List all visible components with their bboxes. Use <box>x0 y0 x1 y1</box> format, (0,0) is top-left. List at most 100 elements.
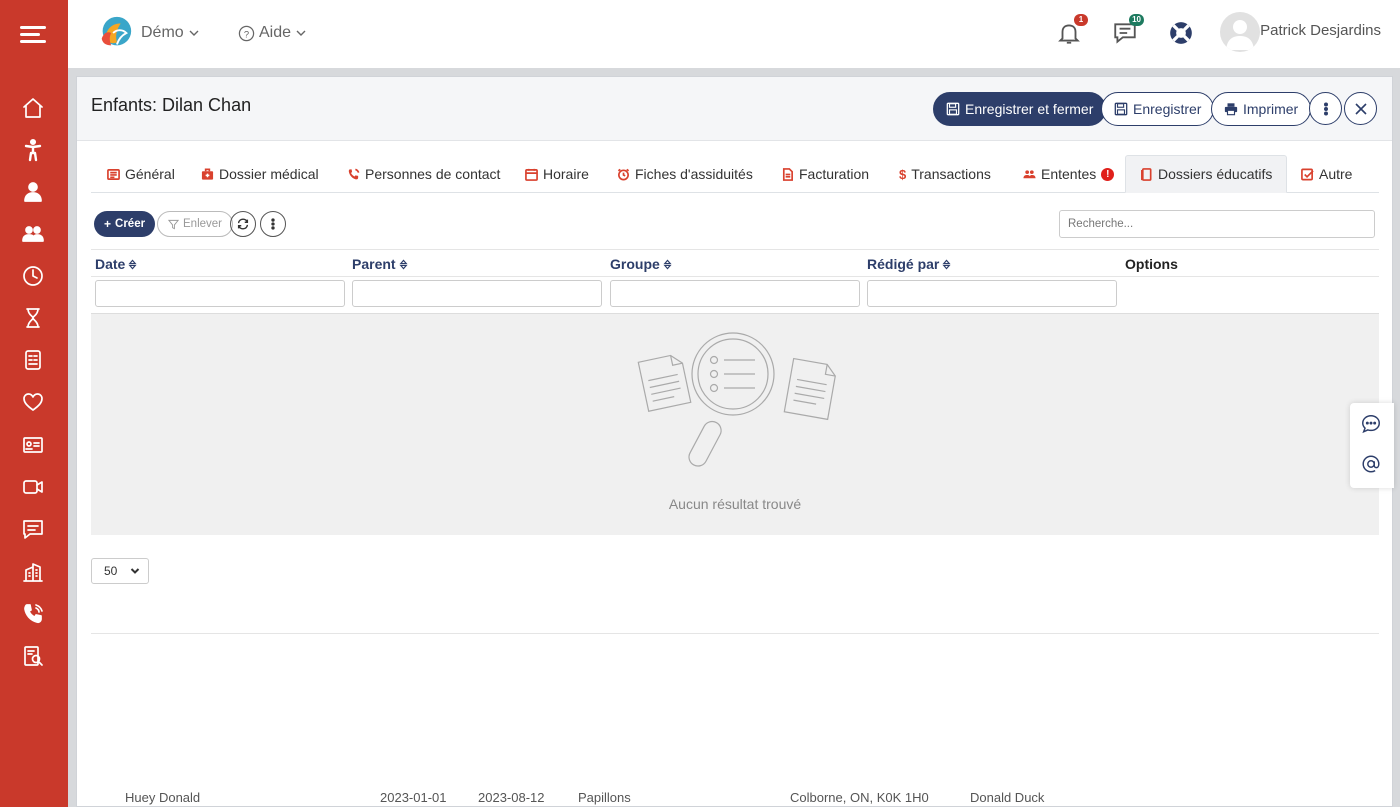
column-label: Parent <box>352 256 396 272</box>
save-and-close-button[interactable]: Enregistrer et fermer <box>933 92 1107 126</box>
create-label: Créer <box>115 218 146 230</box>
background-row-group: Papillons <box>578 790 631 805</box>
mention-button[interactable] <box>1360 453 1384 477</box>
phone-icon[interactable] <box>20 601 46 627</box>
user-avatar-icon <box>1226 20 1254 50</box>
tab-general[interactable]: Général <box>93 155 189 193</box>
calendar-icon <box>525 168 538 181</box>
report-icon[interactable] <box>20 347 46 373</box>
check-icon <box>1301 168 1314 180</box>
at-sign-icon <box>1362 455 1380 473</box>
sort-icon <box>663 258 672 270</box>
tab-label: Facturation <box>799 166 870 182</box>
no-results-illustration-icon <box>637 332 836 467</box>
person-icon[interactable] <box>20 179 46 205</box>
column-label: Options <box>1125 256 1178 272</box>
video-icon[interactable] <box>20 474 46 500</box>
column-label: Date <box>95 256 126 272</box>
save-and-close-label: Enregistrer et fermer <box>965 101 1094 117</box>
chat-bubble-icon <box>1362 415 1380 434</box>
notifications-button[interactable]: 1 <box>1056 14 1088 48</box>
tab-medical-file[interactable]: Dossier médical <box>187 155 333 193</box>
table-header: Date Parent Groupe Rédigé par Options <box>91 249 1379 277</box>
close-icon <box>1354 102 1367 115</box>
toolbar-more-button[interactable] <box>260 211 286 237</box>
chevron-down-icon <box>189 30 199 36</box>
chat-bubble-button[interactable] <box>1360 413 1384 437</box>
tab-attendance[interactable]: Fiches d'assiduités <box>603 155 767 193</box>
column-options: Options <box>1125 256 1178 272</box>
help-menu-label: Aide <box>259 24 292 41</box>
child-record-panel: Enfants: Dilan Chan Enregistrer et ferme… <box>76 76 1393 807</box>
tab-billing[interactable]: Facturation <box>767 155 883 193</box>
column-label: Rédigé par <box>867 256 940 272</box>
chat-icon[interactable] <box>20 516 46 542</box>
background-row-name: Huey Donald <box>125 790 201 805</box>
plus-icon: + <box>104 217 112 231</box>
search-input[interactable] <box>1059 210 1375 238</box>
menu-toggle-icon[interactable] <box>20 22 48 46</box>
column-group[interactable]: Groupe <box>610 256 672 272</box>
building-icon[interactable] <box>20 559 46 585</box>
filter-date-input[interactable] <box>95 280 345 307</box>
filter-group-input[interactable] <box>610 280 860 307</box>
top-bar: Démo ? Aide 1 10 Patrick Desjardins <box>68 0 1400 68</box>
sort-icon <box>128 258 137 270</box>
save-icon <box>1114 102 1128 116</box>
filter-parent-input[interactable] <box>352 280 602 307</box>
tab-educational-files[interactable]: Dossiers éducatifs <box>1125 155 1288 193</box>
help-menu[interactable]: ? Aide <box>238 24 307 42</box>
empty-state: Aucun résultat trouvé <box>91 313 1379 535</box>
column-parent[interactable]: Parent <box>352 256 408 272</box>
column-written-by[interactable]: Rédigé par <box>867 256 951 272</box>
page-size-value: 50 <box>104 564 118 578</box>
divider <box>91 633 1379 634</box>
print-label: Imprimer <box>1243 101 1299 117</box>
background-row-parent: Donald Duck <box>970 790 1045 805</box>
avatar[interactable] <box>1220 12 1260 52</box>
alert-icon: ! <box>1101 167 1115 181</box>
save-icon <box>946 102 960 116</box>
filter-written-by-input[interactable] <box>867 280 1117 307</box>
print-icon <box>1224 103 1238 116</box>
print-button[interactable]: Imprimer <box>1211 92 1312 126</box>
messages-button[interactable]: 10 <box>1112 14 1144 48</box>
dollar-icon: $ <box>899 166 907 182</box>
refresh-button[interactable] <box>230 211 256 237</box>
audit-icon[interactable] <box>20 643 46 669</box>
create-button[interactable]: + Créer <box>94 211 156 237</box>
medkit-icon <box>201 168 214 180</box>
brand-menu[interactable] <box>96 14 134 52</box>
home-icon[interactable] <box>20 95 46 121</box>
panel-header: Enfants: Dilan Chan Enregistrer et ferme… <box>77 77 1392 141</box>
id-card-icon[interactable] <box>20 432 46 458</box>
tab-other[interactable]: Autre <box>1287 155 1366 193</box>
tab-label: Ententes <box>1041 166 1097 182</box>
column-label: Groupe <box>610 256 660 272</box>
save-button[interactable]: Enregistrer <box>1101 92 1215 126</box>
tab-transactions[interactable]: $ Transactions <box>885 155 1005 193</box>
user-name[interactable]: Patrick Desjardins <box>1260 22 1381 39</box>
invoice-icon <box>782 167 793 181</box>
tab-schedule[interactable]: Horaire <box>511 155 603 193</box>
page-size-select[interactable]: 50 <box>91 558 149 584</box>
remove-filter-button[interactable]: Enlever <box>157 211 233 237</box>
clock-icon[interactable] <box>20 263 46 289</box>
tab-agreements[interactable]: Ententes ! <box>1009 155 1128 193</box>
demo-menu[interactable]: Démo <box>141 24 200 42</box>
more-options-button[interactable] <box>1309 92 1342 125</box>
heart-icon[interactable] <box>20 389 46 415</box>
more-vertical-icon <box>1323 101 1328 116</box>
tab-contacts[interactable]: Personnes de contact <box>333 155 514 193</box>
support-button[interactable] <box>1168 20 1196 48</box>
floating-actions <box>1350 403 1394 488</box>
tab-label: Général <box>125 166 175 182</box>
background-row-address: Colborne, ON, K0K 1H0 <box>790 790 929 805</box>
close-button[interactable] <box>1344 92 1377 125</box>
column-date[interactable]: Date <box>95 256 137 272</box>
hourglass-icon[interactable] <box>20 305 46 331</box>
group-icon[interactable] <box>20 221 46 247</box>
child-icon[interactable] <box>20 137 46 163</box>
chevron-down-icon <box>130 568 140 574</box>
phone-icon <box>348 168 360 179</box>
